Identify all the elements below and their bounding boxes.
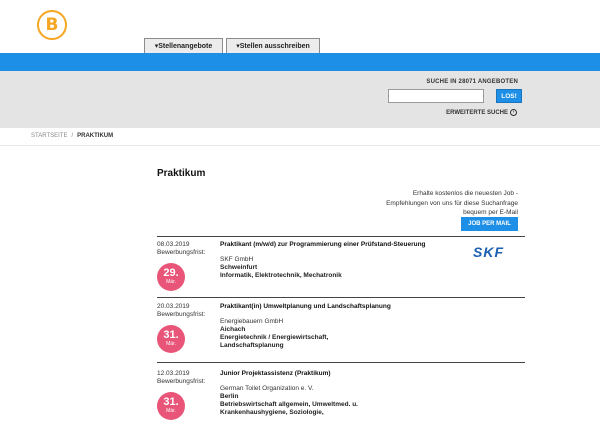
deadline-label: Bewerbungsfrist: xyxy=(157,378,206,385)
breadcrumb-home[interactable]: STARTSEITE xyxy=(31,133,67,139)
deadline-day: 31. xyxy=(163,396,179,408)
search-input[interactable] xyxy=(388,89,484,103)
tab-stellen-ausschreiben[interactable]: ▾Stellen ausschreiben xyxy=(226,38,320,53)
job-listing[interactable]: 12.03.2019 Bewerbungsfrist: 31. Mär. Jun… xyxy=(157,370,525,426)
listing-date: 08.03.2019 xyxy=(157,241,190,248)
search-button[interactable]: LOS! xyxy=(496,89,522,103)
company-name: Energiebauern GmbH xyxy=(220,318,284,325)
listing-info: Junior Projektassistenz (Praktikum) Germ… xyxy=(220,370,375,417)
deadline-day: 31. xyxy=(163,329,179,341)
search-label: SUCHE IN 28071 ANGEBOTEN xyxy=(426,79,518,85)
site-header: B ▾Stellenangebote ▾Stellen ausschreiben xyxy=(0,0,600,53)
circle-arrow-icon: › xyxy=(510,109,517,116)
breadcrumb-current: PRAKTIKUM xyxy=(77,133,114,139)
tab-stellenangebote[interactable]: ▾Stellenangebote xyxy=(144,38,223,53)
main-nav: ▾Stellenangebote ▾Stellen ausschreiben xyxy=(144,38,320,53)
listing-dates: 20.03.2019 Bewerbungsfrist: xyxy=(157,303,205,319)
page: B ▾Stellenangebote ▾Stellen ausschreiben… xyxy=(0,0,600,426)
job-city: Schweinfurt xyxy=(220,264,258,271)
listing-divider xyxy=(157,236,525,237)
job-title[interactable]: Junior Projektassistenz (Praktikum) xyxy=(220,370,460,378)
job-alert-text: Erhalte kostenlos die neuesten Job - Emp… xyxy=(368,189,518,218)
deadline-badge: 31. Mär. xyxy=(157,392,185,420)
deadline-month: Mär. xyxy=(166,279,176,285)
company-name: SKF GmbH xyxy=(220,256,254,263)
listing-dates: 08.03.2019 Bewerbungsfrist: xyxy=(157,241,205,257)
deadline-label: Bewerbungsfrist: xyxy=(157,249,206,256)
deadline-label: Bewerbungsfrist: xyxy=(157,311,206,318)
blue-bar xyxy=(0,53,600,71)
job-city: Aichach xyxy=(220,326,246,333)
company-name: German Toilet Organization e. V. xyxy=(220,385,314,392)
deadline-badge: 29. Mär. xyxy=(157,263,185,291)
job-city: Berlin xyxy=(220,393,239,400)
breadcrumb-divider xyxy=(0,145,600,146)
job-category: Betriebswirtschaft allgemein, Umweltmed.… xyxy=(220,401,358,416)
job-title[interactable]: Praktikant(in) Umweltplanung und Landsch… xyxy=(220,303,480,311)
job-listing[interactable]: 08.03.2019 Bewerbungsfrist: 29. Mär. Pra… xyxy=(157,241,525,296)
deadline-month: Mär. xyxy=(166,341,176,347)
advanced-search-link[interactable]: ERWEITERTE SUCHE › xyxy=(446,109,517,116)
page-title: Praktikum xyxy=(157,168,206,179)
job-listing[interactable]: 20.03.2019 Bewerbungsfrist: 31. Mär. Pra… xyxy=(157,303,525,361)
deadline-badge: 31. Mär. xyxy=(157,325,185,353)
job-alert-line: Empfehlungen von uns für diese Suchanfra… xyxy=(386,199,518,207)
job-category: Informatik, Elektrotechnik, Mechatronik xyxy=(220,272,342,279)
breadcrumb: STARTSEITE / PRAKTIKUM xyxy=(31,133,113,139)
search-band: SUCHE IN 28071 ANGEBOTEN LOS! ERWEITERTE… xyxy=(0,71,600,128)
listing-divider xyxy=(157,297,525,298)
listing-divider xyxy=(157,362,525,363)
listing-info: Praktikant (m/w/d) zur Programmierung ei… xyxy=(220,241,460,280)
listing-date: 12.03.2019 xyxy=(157,370,190,377)
site-logo[interactable]: B xyxy=(37,10,67,40)
listing-info: Praktikant(in) Umweltplanung und Landsch… xyxy=(220,303,391,350)
listing-date: 20.03.2019 xyxy=(157,303,190,310)
job-title[interactable]: Praktikant (m/w/d) zur Programmierung ei… xyxy=(220,241,460,249)
company-logo: SKF xyxy=(473,244,504,260)
breadcrumb-separator: / xyxy=(71,133,74,139)
logo-letter: B xyxy=(45,14,59,35)
job-category: Energietechnik / Energiewirtschaft, Land… xyxy=(220,334,329,349)
advanced-search-label: ERWEITERTE SUCHE xyxy=(446,109,508,116)
deadline-month: Mär. xyxy=(166,408,176,414)
listing-dates: 12.03.2019 Bewerbungsfrist: xyxy=(157,370,205,386)
job-per-mail-button[interactable]: JOB PER MAIL xyxy=(461,217,518,231)
job-alert-line: Erhalte kostenlos die neuesten Job - xyxy=(412,190,518,197)
deadline-day: 29. xyxy=(163,267,179,279)
